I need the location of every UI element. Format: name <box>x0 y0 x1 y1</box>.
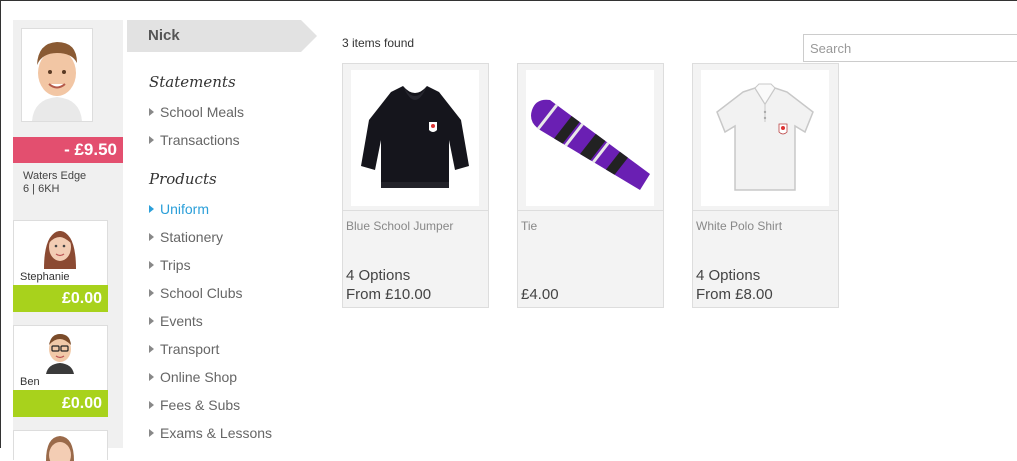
caret-right-icon <box>149 289 154 297</box>
nav-section-statements: Statements <box>149 73 236 91</box>
product-options: 4 Options <box>696 267 761 284</box>
product-card-tie[interactable]: Tie £4.00 <box>517 63 664 308</box>
product-card-jumper[interactable]: Blue School Jumper 4 Options From £10.00 <box>342 63 489 308</box>
nav-item-events[interactable]: Events <box>149 313 203 329</box>
nav-header-arrow <box>301 20 317 52</box>
caret-right-icon <box>149 261 154 269</box>
sibling-name: Stephanie <box>20 271 70 283</box>
sibling-card-partial[interactable] <box>13 430 108 461</box>
product-title[interactable]: Blue School Jumper <box>346 219 453 233</box>
product-price: From £8.00 <box>696 286 773 303</box>
sibling-balance: £0.00 <box>13 390 108 417</box>
product-card-polo[interactable]: White Polo Shirt 4 Options From £8.00 <box>692 63 839 308</box>
sibling-card-ben[interactable]: Ben £0.00 <box>13 325 108 417</box>
product-price: From £10.00 <box>346 286 432 303</box>
caret-right-icon <box>149 317 154 325</box>
sibling-avatar-stephanie <box>38 223 82 269</box>
search-input[interactable] <box>803 34 1017 62</box>
school-class: 6 | 6KH <box>23 183 60 195</box>
card-divider <box>343 210 488 211</box>
nav-item-transactions[interactable]: Transactions <box>149 132 240 148</box>
caret-right-icon <box>149 401 154 409</box>
product-title[interactable]: Tie <box>521 219 537 233</box>
nav-item-transport[interactable]: Transport <box>149 341 219 357</box>
nav-item-stationery[interactable]: Stationery <box>149 229 223 245</box>
sibling-name: Ben <box>20 376 40 388</box>
nav-item-school-meals[interactable]: School Meals <box>149 104 244 120</box>
caret-right-icon <box>149 136 154 144</box>
product-title[interactable]: White Polo Shirt <box>696 219 782 233</box>
child-avatar-nick[interactable] <box>21 28 93 122</box>
nav-child-name: Nick <box>127 20 301 52</box>
nav-item-school-clubs[interactable]: School Clubs <box>149 285 243 301</box>
child-balance: - £9.50 <box>13 137 123 163</box>
results-count: 3 items found <box>342 36 415 50</box>
sibling-card-stephanie[interactable]: Stephanie £0.00 <box>13 220 108 312</box>
sibling-avatar-ben <box>38 328 82 374</box>
polo-shirt-image <box>701 70 829 206</box>
nav-item-uniform[interactable]: Uniform <box>149 201 209 217</box>
caret-right-icon <box>149 429 154 437</box>
caret-right-icon <box>149 373 154 381</box>
jumper-image <box>351 70 479 206</box>
card-divider <box>693 210 838 211</box>
nav-item-exams-lessons[interactable]: Exams & Lessons <box>149 425 272 441</box>
product-price: £4.00 <box>521 286 559 303</box>
caret-right-icon <box>149 233 154 241</box>
caret-right-icon <box>149 205 154 213</box>
tie-image <box>526 70 654 206</box>
nav-item-trips[interactable]: Trips <box>149 257 191 273</box>
nav-item-fees-subs[interactable]: Fees & Subs <box>149 397 240 413</box>
caret-right-icon <box>149 345 154 353</box>
card-divider <box>518 210 663 211</box>
school-name: Waters Edge <box>23 170 87 182</box>
sibling-balance: £0.00 <box>13 285 108 312</box>
product-options: 4 Options <box>346 267 411 284</box>
child-school-info: Waters Edge 6 | 6KH <box>23 170 86 196</box>
sibling-avatar-partial <box>38 433 82 461</box>
child-column: - £9.50 Waters Edge 6 | 6KH Stephanie £0… <box>13 20 123 461</box>
nav-section-products: Products <box>149 170 217 188</box>
caret-right-icon <box>149 108 154 116</box>
nav-item-online-shop[interactable]: Online Shop <box>149 369 237 385</box>
